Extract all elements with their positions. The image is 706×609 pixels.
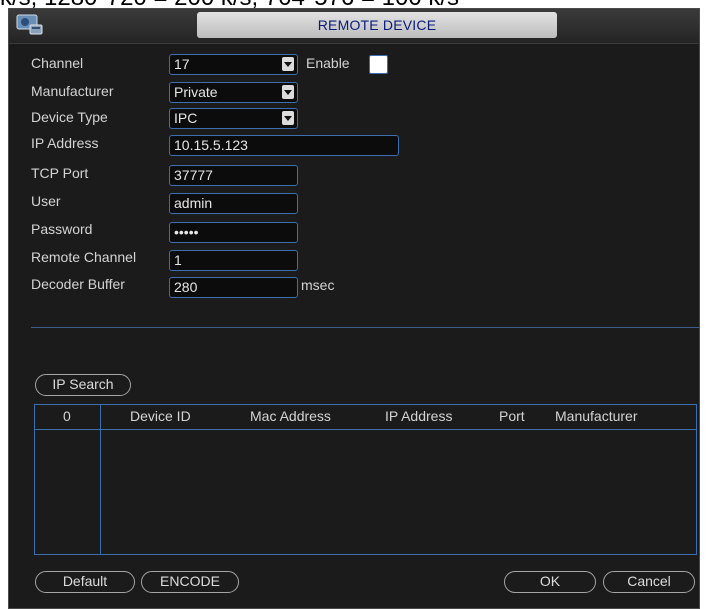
tcp-port-label: TCP Port <box>31 165 89 181</box>
manufacturer-value: Private <box>174 84 218 100</box>
ip-address-value: 10.15.5.123 <box>174 137 248 153</box>
device-type-value: IPC <box>174 110 198 126</box>
decoder-buffer-value: 280 <box>174 279 198 295</box>
enable-checkbox[interactable] <box>369 55 388 74</box>
device-search-table: 0 Device ID Mac Address IP Address Port … <box>34 404 697 555</box>
user-input[interactable]: admin <box>169 193 298 214</box>
user-label: User <box>31 193 61 209</box>
ip-address-label: IP Address <box>31 135 99 151</box>
default-button[interactable]: Default <box>35 571 135 593</box>
channel-value: 17 <box>174 56 190 72</box>
decoder-buffer-unit: msec <box>301 277 335 293</box>
manufacturer-select[interactable]: Private <box>169 82 298 103</box>
user-value: admin <box>174 195 213 211</box>
window-title: REMOTE DEVICE <box>317 17 437 33</box>
remote-channel-input[interactable]: 1 <box>169 250 298 271</box>
decoder-buffer-label: Decoder Buffer <box>31 276 125 292</box>
cancel-button[interactable]: Cancel <box>603 571 695 593</box>
decoder-buffer-input[interactable]: 280 <box>169 277 298 298</box>
tcp-port-input[interactable]: 37777 <box>169 165 298 186</box>
column-header-port: Port <box>499 408 525 424</box>
enable-label: Enable <box>306 55 350 71</box>
device-type-select[interactable]: IPC <box>169 108 298 129</box>
ok-button[interactable]: OK <box>504 571 596 593</box>
ip-search-button[interactable]: IP Search <box>35 374 131 396</box>
chevron-down-icon[interactable] <box>282 57 294 71</box>
column-header-mac-address: Mac Address <box>250 408 331 424</box>
table-header: 0 Device ID Mac Address IP Address Port … <box>35 405 696 430</box>
chevron-down-icon[interactable] <box>282 111 294 125</box>
password-input[interactable]: ••••• <box>169 222 298 243</box>
channel-select[interactable]: 17 <box>169 54 298 75</box>
encode-button[interactable]: ENCODE <box>141 571 239 593</box>
password-value: ••••• <box>174 224 199 240</box>
column-header-ip-address: IP Address <box>385 408 453 424</box>
ip-address-input[interactable]: 10.15.5.123 <box>169 135 399 156</box>
tcp-port-value: 37777 <box>174 167 213 183</box>
dvr-logo-icon <box>15 12 45 38</box>
remote-channel-label: Remote Channel <box>31 249 137 265</box>
password-label: Password <box>31 221 93 237</box>
title-bar: REMOTE DEVICE <box>9 9 699 44</box>
channel-label: Channel <box>31 55 84 71</box>
manufacturer-label: Manufacturer <box>31 83 114 99</box>
remote-channel-value: 1 <box>174 252 182 268</box>
remote-device-window: REMOTE DEVICE Channel 17 Enable Manufact… <box>8 8 700 609</box>
column-header-index: 0 <box>63 408 71 424</box>
chevron-down-icon[interactable] <box>282 85 294 99</box>
column-header-device-id: Device ID <box>130 408 191 424</box>
column-header-manufacturer: Manufacturer <box>555 408 638 424</box>
title-panel: REMOTE DEVICE <box>197 12 557 38</box>
device-type-label: Device Type <box>31 109 108 125</box>
section-divider <box>31 327 699 328</box>
